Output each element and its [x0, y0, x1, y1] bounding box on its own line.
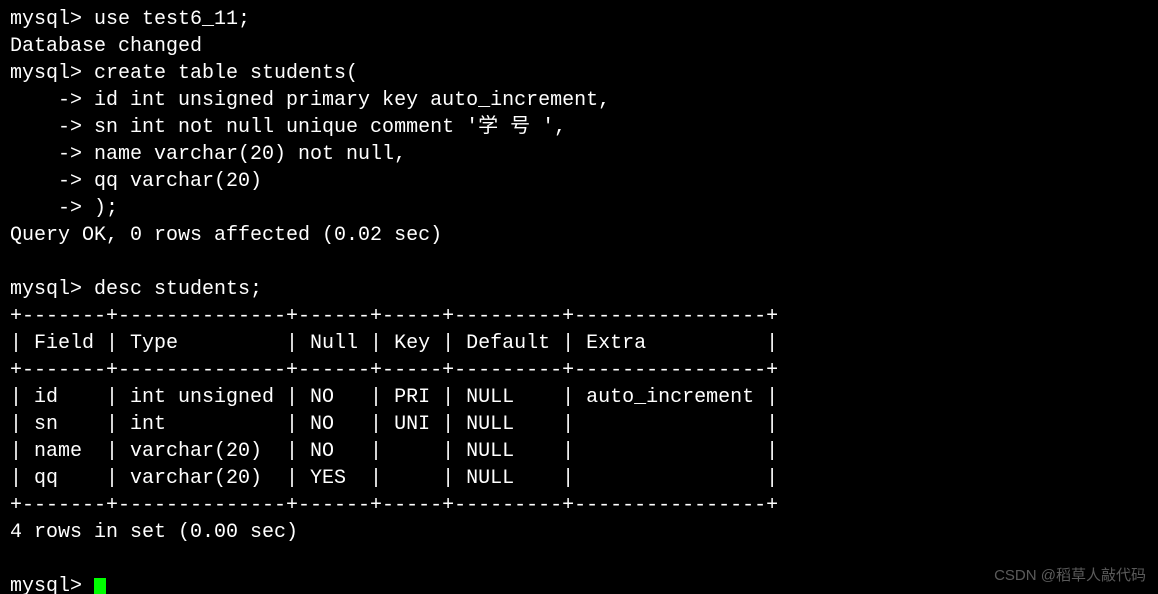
cursor	[94, 578, 106, 594]
mysql-terminal[interactable]: mysql> use test6_11; Database changed my…	[0, 0, 1158, 594]
